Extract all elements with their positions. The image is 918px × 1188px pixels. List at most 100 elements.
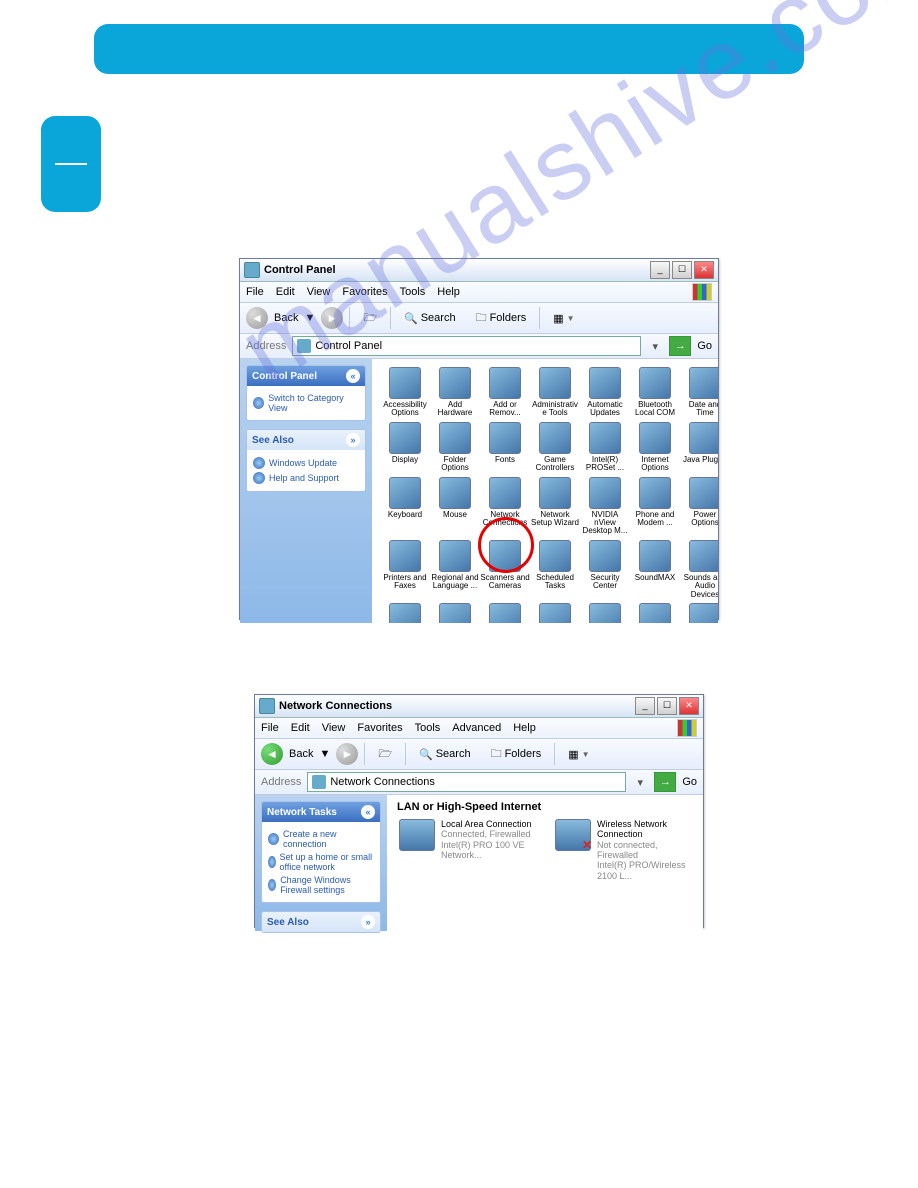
collapse-button[interactable]: «	[346, 369, 360, 383]
views-button[interactable]: ▦▼	[561, 745, 596, 764]
folders-button[interactable]: 🗀Folders	[484, 742, 549, 767]
window-title: Control Panel	[264, 264, 650, 276]
control-panel-item[interactable]: Administrative Tools	[530, 367, 580, 418]
menu-help[interactable]: Help	[437, 286, 460, 298]
collapse-button[interactable]: »	[361, 915, 375, 929]
menu-file[interactable]: File	[246, 286, 264, 298]
menu-file[interactable]: File	[261, 722, 279, 734]
views-button[interactable]: ▦▼	[546, 309, 581, 328]
address-combo[interactable]: Control Panel	[292, 336, 641, 356]
windows-update-link[interactable]: Windows Update	[253, 457, 359, 469]
up-button[interactable]: 🗁	[356, 306, 384, 331]
control-panel-item[interactable]: Printers and Faxes	[380, 540, 430, 599]
up-button[interactable]: 🗁	[371, 742, 399, 767]
close-button[interactable]: ✕	[694, 261, 714, 279]
see-also-panel: See Also » Windows Update Help and Suppo…	[246, 429, 366, 492]
control-panel-item[interactable]: Network Connections	[480, 477, 530, 536]
control-panel-item[interactable]: Security Center	[580, 540, 630, 599]
side-badge-dash	[55, 163, 87, 165]
address-dropdown[interactable]: ▾	[632, 776, 648, 789]
setup-network-link[interactable]: Set up a home or small office network	[268, 852, 374, 872]
control-panel-item[interactable]: Date and Time	[680, 367, 718, 418]
control-panel-item[interactable]: Java Plug-in	[680, 422, 718, 473]
applet-label: Date and Time	[680, 401, 718, 418]
control-panel-item[interactable]: TOSHIBA HWSetup	[580, 603, 630, 623]
forward-button[interactable]: ►	[336, 743, 358, 765]
maximize-button[interactable]: ☐	[672, 261, 692, 279]
control-panel-item[interactable]: Add Hardware	[430, 367, 480, 418]
back-button[interactable]: ◄	[261, 743, 283, 765]
control-panel-item[interactable]: Folder Options	[430, 422, 480, 473]
close-button[interactable]: ✕	[679, 697, 699, 715]
control-panel-item[interactable]: Keyboard	[380, 477, 430, 536]
maximize-button[interactable]: ☐	[657, 697, 677, 715]
control-panel-item[interactable]: Bluetooth Local COM	[630, 367, 680, 418]
control-panel-item[interactable]: Intel(R) PROSet ...	[580, 422, 630, 473]
control-panel-item[interactable]: Sounds and Audio Devices	[680, 540, 718, 599]
panel-header: Network Tasks «	[262, 802, 380, 822]
control-panel-item[interactable]: NVIDIA nView Desktop M...	[580, 477, 630, 536]
connection-status: Connected, Firewalled	[441, 829, 535, 839]
panel-title: Network Tasks	[267, 807, 337, 818]
collapse-button[interactable]: »	[346, 433, 360, 447]
menu-edit[interactable]: Edit	[276, 286, 295, 298]
menu-help[interactable]: Help	[513, 722, 536, 734]
control-panel-item[interactable]: Phone and Modem ...	[630, 477, 680, 536]
minimize-button[interactable]: _	[650, 261, 670, 279]
address-label: Address	[261, 776, 301, 788]
control-panel-item[interactable]: TOSHIBA Mobile ...	[630, 603, 680, 623]
control-panel-item[interactable]: Display	[380, 422, 430, 473]
control-panel-item[interactable]: SoundMAX	[630, 540, 680, 599]
back-label: Back	[274, 312, 298, 324]
control-panel-item[interactable]: Speech	[380, 603, 430, 623]
control-panel-item[interactable]: Automatic Updates	[580, 367, 630, 418]
forward-button[interactable]: ►	[321, 307, 343, 329]
back-dropdown[interactable]: ▼	[319, 748, 330, 760]
applet-icon	[639, 603, 671, 623]
menu-favorites[interactable]: Favorites	[357, 722, 402, 734]
back-button[interactable]: ◄	[246, 307, 268, 329]
collapse-button[interactable]: «	[361, 805, 375, 819]
control-panel-item[interactable]: Tablet and Pen Settings	[480, 603, 530, 623]
search-button[interactable]: 🔍Search	[412, 745, 478, 764]
back-dropdown[interactable]: ▼	[304, 312, 315, 324]
control-panel-item[interactable]: Fonts	[480, 422, 530, 473]
go-button[interactable]: →	[669, 336, 691, 356]
control-panel-item[interactable]: Scanners and Cameras	[480, 540, 530, 599]
control-panel-item[interactable]: Add or Remov...	[480, 367, 530, 418]
switch-category-view-link[interactable]: Switch to Category View	[253, 393, 359, 413]
folders-button[interactable]: 🗀Folders	[469, 306, 534, 331]
control-panel-item[interactable]: Scheduled Tasks	[530, 540, 580, 599]
control-panel-item[interactable]: Game Controllers	[530, 422, 580, 473]
address-dropdown[interactable]: ▾	[647, 340, 663, 353]
menu-view[interactable]: View	[307, 286, 331, 298]
control-panel-item[interactable]: Taskbar and Start Menu	[530, 603, 580, 623]
control-panel-item[interactable]: Regional and Language ...	[430, 540, 480, 599]
create-connection-link[interactable]: Create a new connection	[268, 829, 374, 849]
menu-tools[interactable]: Tools	[415, 722, 441, 734]
network-connection-item[interactable]: Local Area ConnectionConnected, Firewall…	[399, 819, 535, 881]
minimize-button[interactable]: _	[635, 697, 655, 715]
control-panel-item[interactable]: Accessibility Options	[380, 367, 430, 418]
menu-favorites[interactable]: Favorites	[342, 286, 387, 298]
menu-edit[interactable]: Edit	[291, 722, 310, 734]
control-panel-item[interactable]: Power Options	[680, 477, 718, 536]
go-button[interactable]: →	[654, 772, 676, 792]
menu-tools[interactable]: Tools	[400, 286, 426, 298]
applet-label: Regional and Language ...	[430, 574, 480, 591]
menu-view[interactable]: View	[322, 722, 346, 734]
control-panel-item[interactable]: Network Setup Wizard	[530, 477, 580, 536]
search-button[interactable]: 🔍Search	[397, 309, 463, 328]
folders-label: Folders	[490, 312, 527, 324]
address-combo[interactable]: Network Connections	[307, 772, 626, 792]
menu-advanced[interactable]: Advanced	[452, 722, 501, 734]
control-panel-item[interactable]: System	[430, 603, 480, 623]
search-label: Search	[421, 312, 456, 324]
control-panel-item[interactable]: Internet Options	[630, 422, 680, 473]
connections-view: LAN or High-Speed Internet Local Area Co…	[387, 795, 703, 931]
control-panel-item[interactable]: Mouse	[430, 477, 480, 536]
control-panel-item[interactable]: TOSHIBA Power Saver	[680, 603, 718, 623]
help-support-link[interactable]: Help and Support	[253, 472, 359, 484]
network-connection-item[interactable]: ✕Wireless Network ConnectionNot connecte…	[555, 819, 691, 881]
firewall-settings-link[interactable]: Change Windows Firewall settings	[268, 875, 374, 895]
